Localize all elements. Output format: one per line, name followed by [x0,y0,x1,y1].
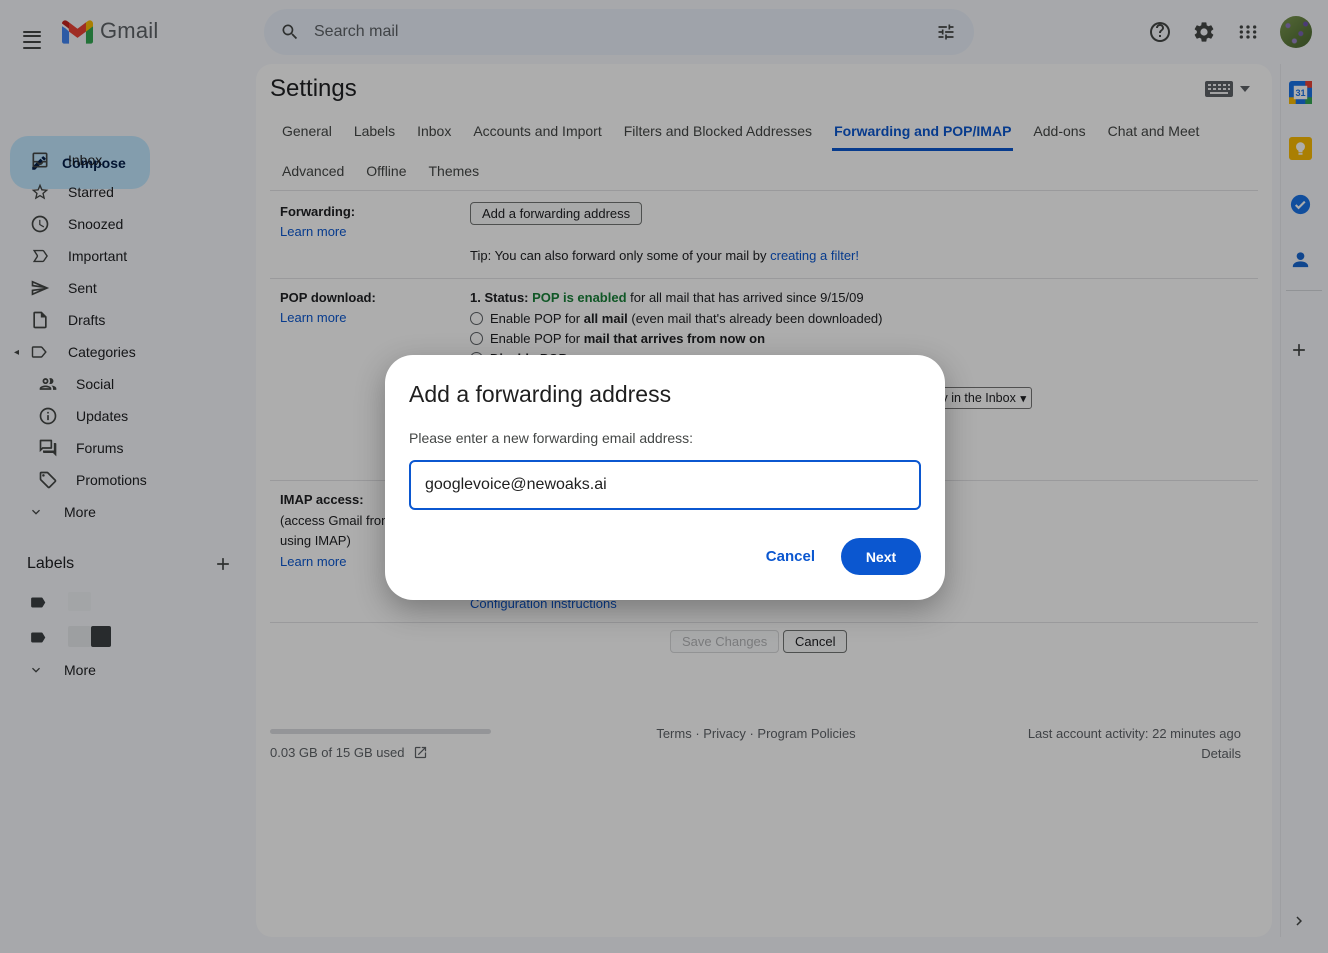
forwarding-email-input[interactable] [409,460,921,510]
dialog-prompt: Please enter a new forwarding email addr… [409,430,921,446]
add-forwarding-address-dialog: Add a forwarding address Please enter a … [385,355,945,600]
dialog-buttons: Cancel Next [409,538,921,575]
dialog-title: Add a forwarding address [409,381,921,408]
dialog-cancel-button[interactable]: Cancel [766,548,815,565]
dialog-next-button[interactable]: Next [841,538,921,575]
